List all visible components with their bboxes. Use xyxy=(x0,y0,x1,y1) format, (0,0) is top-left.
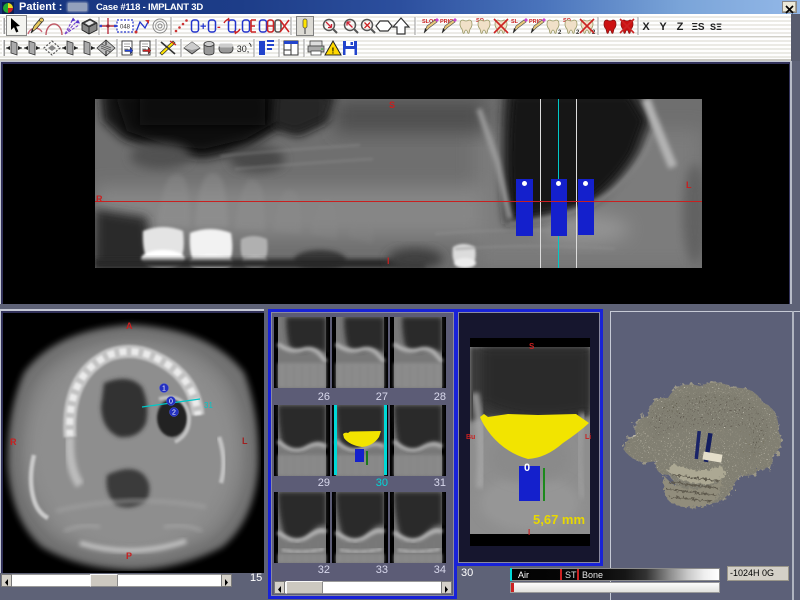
svg-text:1: 1 xyxy=(162,386,166,393)
svg-text:SL: SL xyxy=(511,19,519,25)
svg-text:ΞS: ΞS xyxy=(691,22,704,33)
svg-text:!: ! xyxy=(332,47,335,56)
svg-text:30,: 30, xyxy=(237,44,250,54)
svg-text:-: - xyxy=(217,21,221,33)
svg-text:0: 0 xyxy=(169,399,173,406)
svg-text:2: 2 xyxy=(172,410,176,417)
svg-text:2: 2 xyxy=(558,30,562,36)
svg-text:Y: Y xyxy=(659,21,667,33)
svg-text:X: X xyxy=(642,21,650,33)
svg-text:31: 31 xyxy=(204,401,213,410)
svg-text:048: 048 xyxy=(120,25,131,31)
svg-text:2: 2 xyxy=(576,30,580,36)
svg-text:+: + xyxy=(200,21,206,33)
svg-text:SΞ: SΞ xyxy=(710,23,722,34)
svg-text:Z: Z xyxy=(677,21,684,33)
